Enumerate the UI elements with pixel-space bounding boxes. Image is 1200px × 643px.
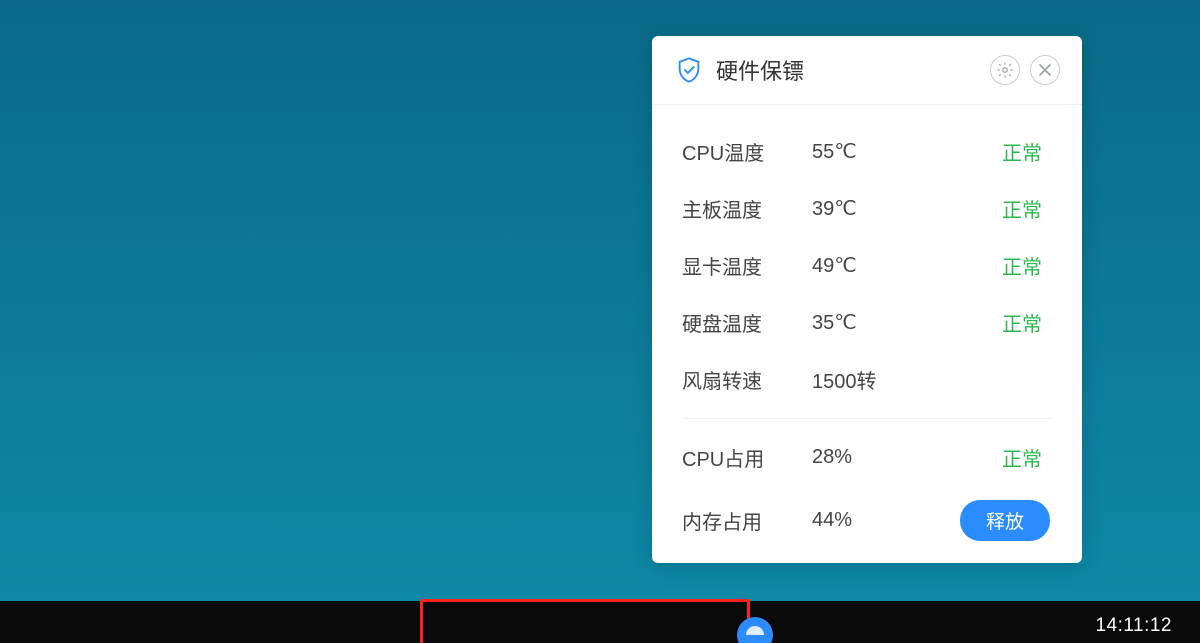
metric-label: 硬盘温度 <box>682 308 812 337</box>
metric-value: 39℃ <box>812 196 912 221</box>
panel-header: 硬件保镖 <box>652 36 1082 105</box>
metric-row-memory-usage: 内存占用 44% 释放 <box>682 486 1052 555</box>
metric-status: 正常 <box>912 194 1052 223</box>
metric-row-disk-temp: 硬盘温度 35℃ 正常 <box>682 294 1052 351</box>
taskbar[interactable]: 14:11:12 <box>0 601 1200 643</box>
metric-label: CPU温度 <box>682 137 812 166</box>
panel-body: CPU温度 55℃ 正常 主板温度 39℃ 正常 显卡温度 49℃ 正常 硬盘温… <box>652 105 1082 563</box>
metric-status: 正常 <box>912 443 1052 472</box>
shield-check-icon <box>674 55 704 85</box>
metric-status: 正常 <box>912 308 1052 337</box>
metric-row-cpu-usage: CPU占用 28% 正常 <box>682 429 1052 486</box>
metric-value: 35℃ <box>812 310 912 335</box>
metric-label: 内存占用 <box>682 506 812 535</box>
divider <box>682 418 1052 419</box>
metric-value: 49℃ <box>812 253 912 278</box>
taskbar-clock[interactable]: 14:11:12 <box>1095 615 1172 637</box>
metric-row-fan-speed: 风扇转速 1500转 <box>682 351 1052 408</box>
metric-label: 风扇转速 <box>682 365 812 394</box>
taskbar-highlight-box <box>420 599 750 643</box>
close-button[interactable] <box>1030 55 1060 85</box>
metric-status: 正常 <box>912 251 1052 280</box>
metric-row-cpu-temp: CPU温度 55℃ 正常 <box>682 123 1052 180</box>
metric-status: 正常 <box>912 137 1052 166</box>
metric-value: 44% <box>812 509 912 532</box>
metric-label: 主板温度 <box>682 194 812 223</box>
hardware-guard-panel: 硬件保镖 CPU温度 55℃ 正常 主板温度 39℃ 正常 显卡温度 49℃ <box>652 36 1082 563</box>
metric-row-board-temp: 主板温度 39℃ 正常 <box>682 180 1052 237</box>
release-memory-button[interactable]: 释放 <box>960 500 1050 541</box>
settings-button[interactable] <box>990 55 1020 85</box>
metric-action: 释放 <box>912 500 1052 541</box>
metric-value: 55℃ <box>812 139 912 164</box>
panel-title: 硬件保镖 <box>716 54 980 86</box>
metric-value: 1500转 <box>812 365 912 394</box>
metric-row-gpu-temp: 显卡温度 49℃ 正常 <box>682 237 1052 294</box>
metric-label: CPU占用 <box>682 443 812 472</box>
metric-label: 显卡温度 <box>682 251 812 280</box>
metric-value: 28% <box>812 446 912 469</box>
tray-app-icon[interactable] <box>732 605 778 643</box>
